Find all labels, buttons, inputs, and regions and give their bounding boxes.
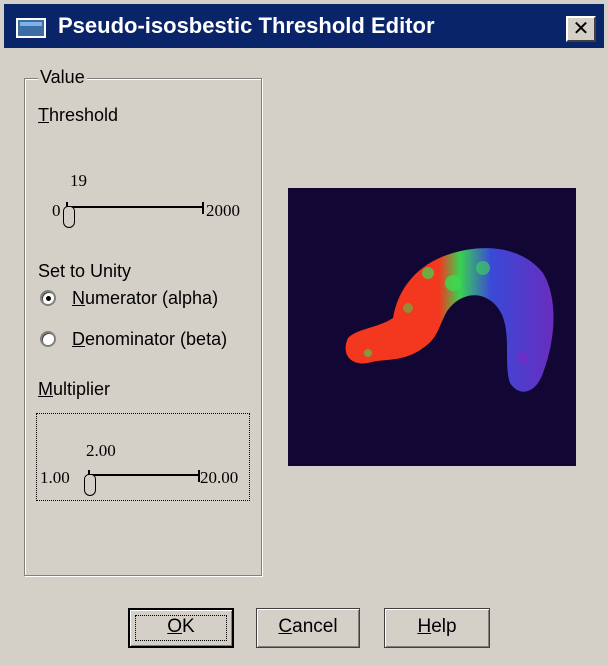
ok-button[interactable]: OK	[128, 608, 234, 648]
cell-blob	[345, 248, 554, 392]
multiplier-slider-thumb[interactable]	[84, 474, 96, 496]
ratio-preview-image	[288, 188, 576, 466]
close-button[interactable]: ✕	[566, 16, 596, 42]
threshold-slider-end-tick	[202, 202, 204, 214]
multiplier-label: Multiplier	[38, 379, 111, 399]
numerator-radio[interactable]	[40, 290, 56, 306]
numerator-label[interactable]: Numerator (alpha)	[72, 287, 218, 309]
threshold-max: 2000	[206, 201, 240, 220]
threshold-slider-track[interactable]	[66, 206, 204, 208]
multiplier-max: 20.00	[200, 468, 239, 487]
multiplier-slider-track[interactable]	[88, 474, 200, 476]
ratio-map-graphic	[345, 248, 554, 392]
multiplier-value: 2.00	[86, 441, 116, 460]
denominator-label[interactable]: Denominator (beta)	[72, 328, 227, 350]
threshold-label: Threshold	[38, 105, 119, 125]
close-icon: ✕	[572, 16, 590, 40]
dialog-window: Pseudo-isosbestic Threshold Editor ✕ Val…	[0, 0, 608, 665]
cancel-button[interactable]: Cancel	[256, 608, 360, 648]
threshold-min: 0	[52, 201, 61, 220]
window-title: Pseudo-isosbestic Threshold Editor	[58, 13, 435, 38]
denominator-radio[interactable]	[40, 331, 56, 347]
window-icon	[16, 18, 46, 38]
ok-focus-ring	[135, 615, 227, 641]
help-button[interactable]: Help	[384, 608, 490, 648]
title-bar[interactable]: Pseudo-isosbestic Threshold Editor ✕	[4, 4, 604, 48]
threshold-slider-thumb[interactable]	[63, 206, 75, 228]
set-to-unity-label: Set to Unity	[38, 261, 132, 281]
multiplier-slider-end-tick	[198, 470, 200, 482]
value-groupbox	[24, 78, 262, 576]
value-group-legend: Value	[38, 66, 87, 88]
multiplier-min: 1.00	[40, 468, 70, 487]
threshold-value: 19	[70, 171, 87, 190]
